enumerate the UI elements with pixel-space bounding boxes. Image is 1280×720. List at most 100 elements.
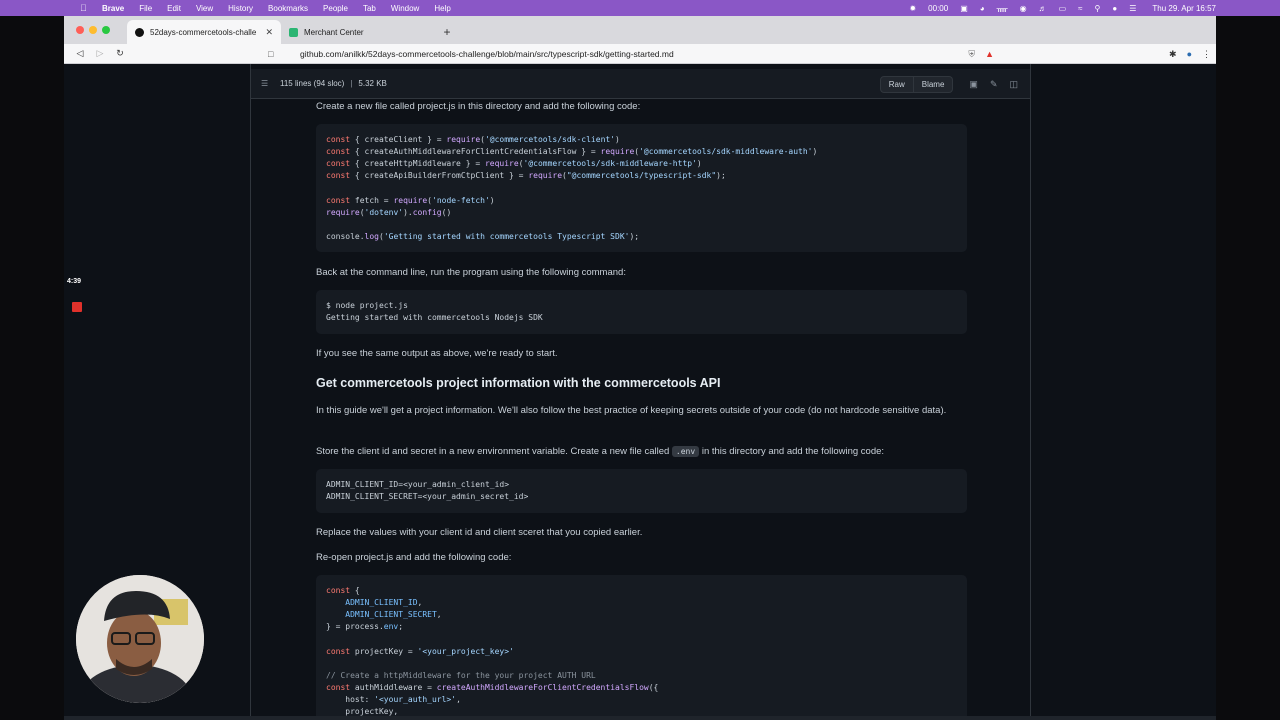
trash-icon[interactable]: ◫: [1009, 79, 1018, 90]
paragraph-run-program: Back at the command line, run the progra…: [316, 267, 626, 278]
file-size: 5.32 KB: [358, 79, 387, 88]
code-block-shell: $ node project.js Getting started with c…: [316, 290, 967, 334]
code-line: const { createHttpMiddleware } = require…: [326, 159, 702, 168]
code-block-auth: const { ADMIN_CLIENT_ID, ADMIN_CLIENT_SE…: [316, 575, 967, 720]
tab-merchant-center[interactable]: Merchant Center: [281, 20, 435, 44]
menu-window[interactable]: Window: [391, 4, 419, 13]
left-letterbox: [0, 16, 64, 720]
search-icon[interactable]: ⚲: [1095, 4, 1101, 13]
gear-icon[interactable]: ✹: [909, 4, 916, 13]
stop-recording-button[interactable]: [72, 302, 82, 312]
wifi-icon[interactable]: ≈: [1078, 4, 1082, 13]
new-tab-button[interactable]: +: [435, 20, 459, 44]
code-line: const { createApiBuilderFromCtpClient } …: [326, 171, 726, 180]
list-icon[interactable]: ☰: [261, 79, 273, 88]
reload-icon[interactable]: ↻: [110, 48, 130, 59]
extensions-icon[interactable]: ✱: [1169, 49, 1177, 60]
code-line: } = process.env;: [326, 622, 404, 631]
github-page: ☰ 115 lines (94 sloc) | 5.32 KB Raw Blam…: [64, 64, 1216, 720]
section-heading: Get commercetools project information wi…: [316, 376, 721, 390]
menu-bookmarks[interactable]: Bookmarks: [268, 4, 308, 13]
text-run: Store the client id and secret in a new …: [316, 446, 672, 457]
sound-icon[interactable]: ♬: [1039, 4, 1047, 13]
menu-view[interactable]: View: [196, 4, 213, 13]
window-controls: [76, 16, 115, 44]
macos-menu-bar:  Brave File Edit View History Bookmarks…: [0, 0, 1280, 16]
code-block-env: ADMIN_CLIENT_ID=<your_admin_client_id> A…: [316, 469, 967, 513]
code-line: ADMIN_CLIENT_ID,: [345, 598, 423, 607]
close-tab-icon[interactable]: ✕: [265, 27, 273, 38]
paragraph-store-secret: Store the client id and secret in a new …: [316, 444, 956, 459]
code-line: const { createClient } = require('@comme…: [326, 135, 620, 144]
headphones-icon[interactable]: ◕: [980, 4, 985, 13]
text-run: in this directory and add the following …: [699, 446, 885, 457]
menu-tab[interactable]: Tab: [363, 4, 376, 13]
user-icon[interactable]: ●: [1112, 4, 1117, 13]
presenter-image: [76, 575, 204, 703]
tab-github[interactable]: 52days-commercetools-challe ✕: [127, 20, 281, 44]
file-header: ☰ 115 lines (94 sloc) | 5.32 KB Raw Blam…: [251, 69, 1030, 99]
close-window-icon[interactable]: [76, 26, 84, 34]
webcam-overlay: [76, 575, 204, 703]
battery-icon[interactable]: ▭: [1059, 4, 1067, 13]
code-line: ADMIN_CLIENT_ID=<your_admin_client_id>: [326, 480, 510, 489]
paragraph-replace-values: Replace the values with your client id a…: [316, 527, 643, 538]
code-line: ADMIN_CLIENT_SECRET=<your_admin_secret_i…: [326, 492, 529, 501]
status-clock[interactable]: 00:00: [928, 4, 948, 13]
profile-icon[interactable]: ●: [1187, 49, 1192, 59]
chrome-icon[interactable]: ◉: [1020, 4, 1027, 13]
code-line: $ node project.js: [326, 301, 408, 310]
control-center-icon[interactable]: ☰: [1129, 4, 1136, 13]
minimize-window-icon[interactable]: [89, 26, 97, 34]
brave-shield-icon[interactable]: ⛨: [968, 49, 975, 60]
menu-help[interactable]: Help: [434, 4, 450, 13]
menu-icon[interactable]: ⋮: [1202, 49, 1211, 60]
code-block-project-js: const { createClient } = require('@comme…: [316, 124, 967, 252]
github-icon: [135, 27, 144, 37]
tab-title: 52days-commercetools-challe: [150, 27, 257, 37]
menu-edit[interactable]: Edit: [167, 4, 181, 13]
line-count: 115 lines (94 sloc): [280, 79, 345, 88]
browser-toolbar: ◁ ▷ ↻ □ github.com/anilkk/52days-commerc…: [64, 44, 1216, 64]
code-line: const {: [326, 586, 360, 595]
menu-brave[interactable]: Brave: [102, 4, 124, 13]
zoom-window-icon[interactable]: [102, 26, 110, 34]
paragraph-reopen: Re-open project.js and add the following…: [316, 552, 512, 563]
screen-icon[interactable]: ▣: [960, 4, 968, 13]
separator: |: [350, 79, 353, 88]
status-area: ✹ 00:00 ▣ ◕ ᚅ ◉ ♬ ▭ ≈ ⚲ ● ☰ Thu 29. Apr …: [897, 0, 1216, 16]
address-bar[interactable]: □ github.com/anilkk/52days-commercetools…: [268, 46, 1008, 62]
bluetooth-icon[interactable]: ᚅ: [997, 4, 1008, 13]
window-bottom-edge: [64, 716, 1216, 720]
menu-people[interactable]: People: [323, 4, 348, 13]
code-line: host: '<your_auth_url>',: [326, 695, 461, 704]
desktop-icon[interactable]: ▣: [969, 79, 978, 90]
code-line: ADMIN_CLIENT_SECRET,: [345, 610, 442, 619]
apple-icon[interactable]: : [80, 3, 90, 13]
file-actions: Raw Blame ▣ ✎ ◫: [879, 69, 1024, 99]
code-line: const authMiddleware = createAuthMiddlew…: [326, 683, 659, 692]
menu-file[interactable]: File: [139, 4, 152, 13]
back-icon[interactable]: ◁: [70, 48, 90, 59]
status-date[interactable]: Thu 29. Apr 16:57: [1152, 4, 1216, 13]
code-line: const { createAuthMiddlewareForClientCre…: [326, 147, 818, 156]
file-view: ☰ 115 lines (94 sloc) | 5.32 KB Raw Blam…: [250, 64, 1031, 720]
menu-history[interactable]: History: [228, 4, 253, 13]
paragraph-create-file: Create a new file called project.js in t…: [316, 101, 641, 112]
code-line: const fetch = require('node-fetch'): [326, 196, 495, 205]
app-menu: Brave File Edit View History Bookmarks P…: [102, 4, 466, 13]
code-line: // Create a httpMiddleware for the your …: [326, 671, 596, 680]
code-line: Getting started with commercetools Nodej…: [326, 313, 543, 322]
blame-button[interactable]: Blame: [913, 75, 954, 93]
recording-timer: 4:39: [67, 278, 82, 285]
raw-button[interactable]: Raw: [879, 75, 914, 93]
tab-title: Merchant Center: [304, 27, 364, 37]
tab-strip: 52days-commercetools-challe ✕ Merchant C…: [64, 16, 1216, 44]
brave-rewards-icon[interactable]: ▲: [985, 49, 994, 59]
toolbar-extensions: ⛨ ▲ ✱ ● ⋮: [963, 44, 1216, 64]
code-line: console.log('Getting started with commer…: [326, 232, 640, 241]
bookmark-icon[interactable]: □: [268, 49, 282, 59]
forward-icon[interactable]: ▷: [90, 48, 110, 59]
pencil-icon[interactable]: ✎: [990, 79, 998, 90]
url-text[interactable]: github.com/anilkk/52days-commercetools-c…: [300, 49, 674, 59]
